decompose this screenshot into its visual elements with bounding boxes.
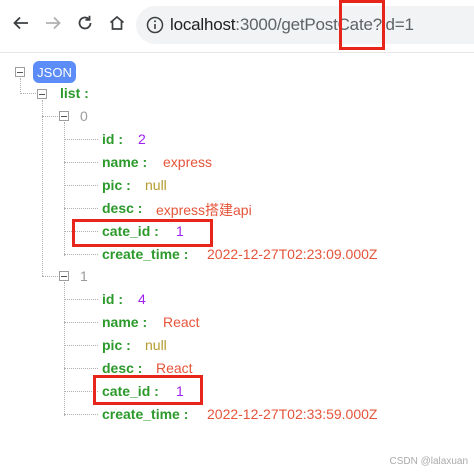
tree-line	[64, 368, 98, 369]
item-0-key-pic: pic :	[102, 177, 131, 193]
url-path: :3000/getPostCate?id=1	[235, 15, 414, 34]
item-1-value-create-time: 2022-12-27T02:33:59.000Z	[207, 406, 378, 422]
item-0-index: 0	[80, 108, 88, 124]
cate-id-highlight-1	[93, 375, 203, 405]
home-button[interactable]	[104, 10, 130, 36]
json-root-badge: JSON	[33, 61, 76, 83]
item-1-key-desc: desc :	[102, 360, 143, 376]
item-0-key-create-time: create_time :	[102, 246, 189, 262]
tree-line	[64, 345, 98, 346]
tree-line	[64, 414, 98, 415]
tree-line	[42, 100, 43, 276]
tree-line	[42, 116, 60, 117]
item-0-value-pic: null	[145, 177, 167, 193]
browser-toolbar: localhost:3000/getPostCate?id=1	[0, 0, 474, 53]
arrow-left-icon	[13, 16, 28, 30]
address-bar[interactable]: localhost:3000/getPostCate?id=1	[136, 6, 474, 44]
arrow-right-icon	[46, 16, 61, 30]
forward-button[interactable]	[40, 10, 66, 36]
root-collapse-toggle[interactable]	[15, 67, 25, 77]
watermark: CSDN @lalaxuan	[389, 456, 468, 467]
json-tree: JSON list : 0 id : 2 name : express pic …	[0, 52, 474, 473]
reload-icon	[78, 15, 92, 30]
tree-line	[20, 78, 21, 94]
item-0-value-name: express	[163, 154, 213, 170]
tree-line	[64, 208, 98, 209]
item-0-value-create-time: 2022-12-27T02:23:09.000Z	[207, 246, 378, 262]
item-1-value-id: 4	[138, 291, 146, 307]
item-1-collapse-toggle[interactable]	[59, 271, 69, 281]
item-1-key-pic: pic :	[102, 337, 131, 353]
item-0-value-id: 2	[138, 131, 146, 147]
item-0-collapse-toggle[interactable]	[59, 111, 69, 121]
item-1-key-id: id :	[102, 291, 123, 307]
tree-line	[64, 122, 65, 256]
tree-line	[64, 254, 98, 255]
url-query-highlight	[339, 0, 385, 50]
tree-line	[64, 299, 98, 300]
cate-id-highlight-0	[72, 219, 213, 247]
tree-line	[64, 185, 98, 186]
item-0-key-desc: desc :	[102, 200, 143, 216]
item-1-key-create-time: create_time :	[102, 406, 189, 422]
home-icon	[109, 15, 125, 30]
list-key: list :	[60, 85, 89, 101]
item-1-value-desc: React	[156, 360, 193, 376]
tree-line	[64, 139, 98, 140]
item-0-value-desc: express搭建api	[156, 202, 252, 218]
tree-line	[64, 282, 65, 416]
tree-line	[64, 162, 98, 163]
back-button[interactable]	[8, 10, 34, 36]
item-1-index: 1	[80, 268, 88, 284]
tree-line	[64, 322, 98, 323]
tree-line	[42, 276, 60, 277]
url-host: localhost	[170, 15, 236, 34]
item-0-key-name: name :	[102, 154, 148, 170]
info-icon[interactable]	[146, 16, 164, 34]
item-1-value-name: React	[163, 314, 200, 330]
item-1-key-name: name :	[102, 314, 148, 330]
tree-line	[20, 93, 38, 94]
list-collapse-toggle[interactable]	[37, 89, 47, 99]
reload-button[interactable]	[72, 10, 98, 36]
item-1-value-pic: null	[145, 337, 167, 353]
item-0-key-id: id :	[102, 131, 123, 147]
